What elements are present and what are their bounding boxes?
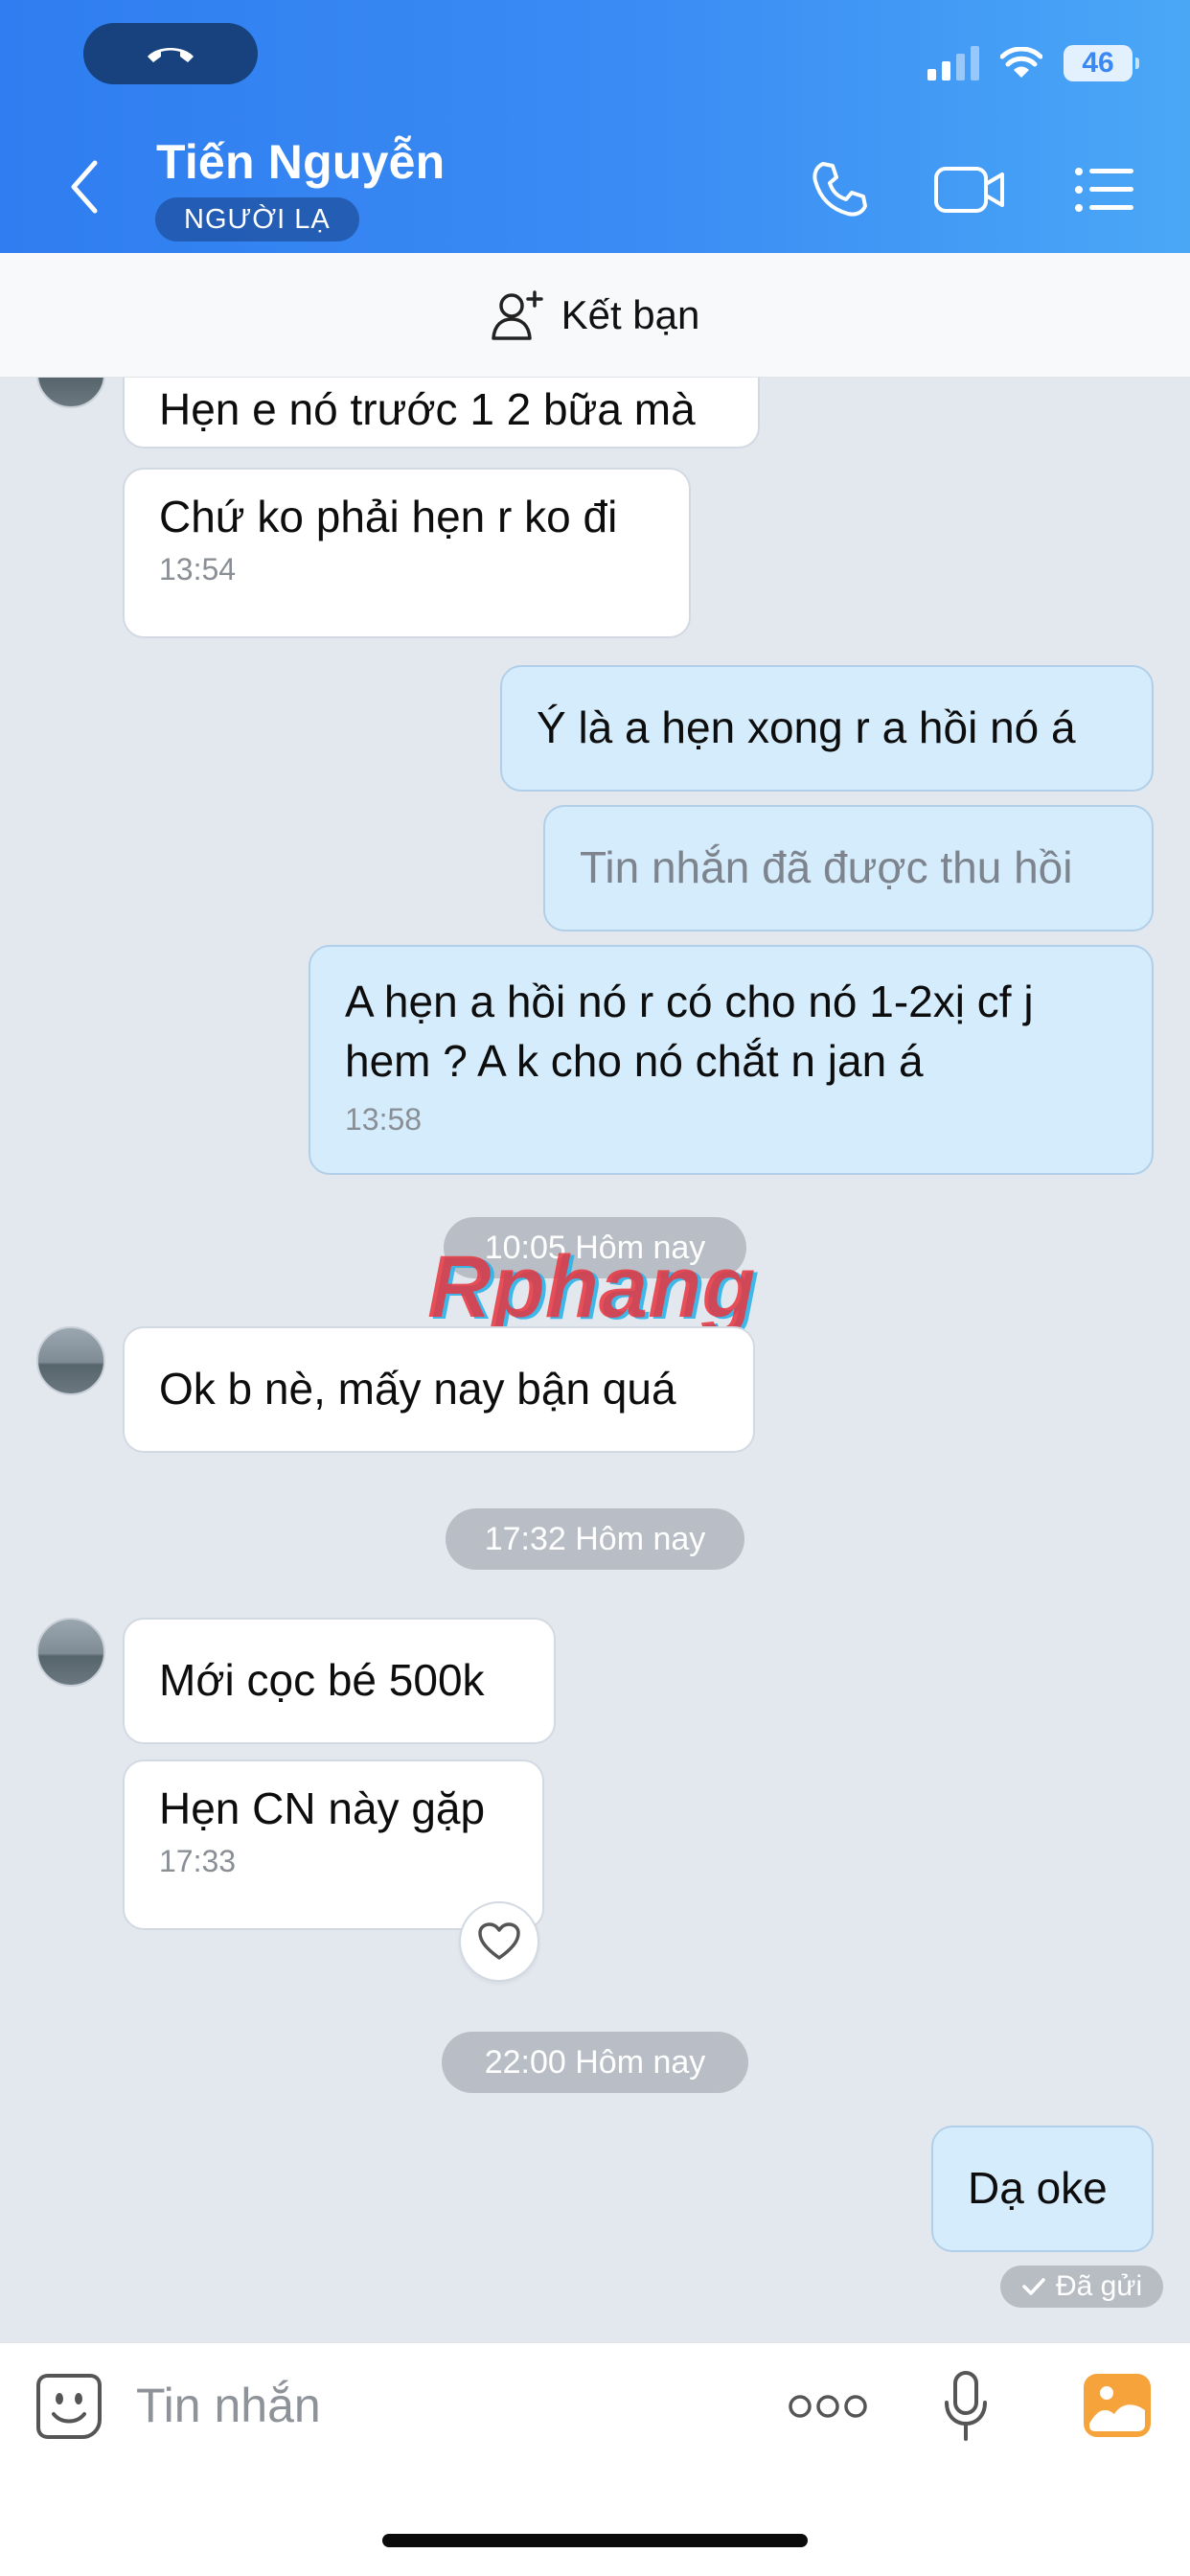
message-input[interactable]: Tin nhắn [136,2378,321,2433]
message-text: Ok b nè, mấy nay bận quá [159,1364,676,1414]
sent-status-badge: Đã gửi [1000,2266,1164,2308]
home-indicator [382,2534,808,2547]
message-text: Ý là a hẹn xong r a hồi nó á [537,702,1076,752]
phone-icon [812,162,867,217]
message-text: Mới cọc bé 500k [159,1655,485,1705]
message-text: Hẹn e nó trước 1 2 bữa mà [159,384,696,434]
watermark-text: Rphang [427,1240,755,1336]
check-icon [1022,2278,1045,2295]
menu-button[interactable] [1071,153,1138,226]
status-indicators: 46 [927,40,1139,86]
chat-header: 46 Tiến Nguyễn NGƯỜI LẠ [0,0,1190,253]
heart-icon [478,1922,520,1960]
message-list[interactable]: Hẹn e nó trước 1 2 bữa mà Chứ ko phải hẹ… [0,378,1190,2342]
avatar[interactable] [36,1326,105,1395]
contact-name[interactable]: Tiến Nguyễn [156,134,445,190]
more-button[interactable] [788,2387,868,2426]
recalled-message-text: Tin nhắn đã được thu hồi [580,842,1073,892]
message-bubble-outgoing[interactable]: A hẹn a hồi nó r có cho nó 1-2xị cf j he… [309,945,1154,1175]
battery-indicator: 46 [1064,45,1139,81]
wifi-icon [1000,47,1042,78]
active-call-pill[interactable] [83,23,258,84]
message-text: Dạ oke [968,2163,1108,2213]
message-bubble-incoming[interactable]: Hẹn e nó trước 1 2 bữa mà [123,378,760,448]
microphone-icon [945,2371,987,2441]
time-separator: 17:32 Hôm nay [446,1508,744,1570]
sent-status-text: Đã gửi [1056,2270,1143,2302]
video-call-button[interactable] [931,153,1008,226]
chat-screen: 46 Tiến Nguyễn NGƯỜI LẠ Kết bạn Hẹn e nó… [0,0,1190,2576]
phone-end-icon [148,48,194,62]
back-button[interactable] [56,153,113,220]
react-button[interactable] [459,1901,539,1982]
message-time: 13:54 [159,552,237,586]
list-menu-icon [1075,168,1133,212]
message-bubble-incoming[interactable]: Chứ ko phải hẹn r ko đi 13:54 [123,468,691,638]
message-text-line: hem ? A k cho nó chắt n jan á [345,1036,924,1086]
add-friend-label: Kết bạn [561,291,700,337]
more-dots-icon [789,2395,867,2418]
stranger-badge: NGƯỜI LẠ [155,197,359,242]
add-user-icon [491,289,543,340]
cell-signal-icon [927,46,979,80]
gallery-button[interactable] [1081,2370,1154,2441]
voice-button[interactable] [939,2368,993,2445]
sticker-face-icon [36,2374,102,2439]
avatar[interactable] [36,1618,105,1687]
avatar[interactable] [36,378,105,408]
message-bubble-outgoing[interactable]: Ý là a hẹn xong r a hồi nó á [500,665,1154,792]
call-button[interactable] [803,153,876,226]
message-time: 17:33 [159,1844,237,1878]
recalled-message-bubble[interactable]: Tin nhắn đã được thu hồi [543,805,1154,932]
video-camera-icon [934,167,1004,213]
gallery-icon [1084,2374,1151,2437]
sticker-button[interactable] [33,2370,105,2443]
message-bubble-incoming[interactable]: Ok b nè, mấy nay bận quá [123,1326,755,1453]
message-bubble-incoming[interactable]: Mới cọc bé 500k [123,1618,556,1744]
message-text: Hẹn CN này gặp [159,1783,486,1833]
message-time: 13:58 [345,1102,423,1137]
message-text: Chứ ko phải hẹn r ko đi [159,492,618,541]
chevron-left-icon [71,160,98,214]
message-bubble-outgoing[interactable]: Dạ oke [931,2126,1154,2252]
add-friend-bar[interactable]: Kết bạn [0,253,1190,378]
time-separator: 22:00 Hôm nay [442,2032,748,2093]
message-text-line: A hẹn a hồi nó r có cho nó 1-2xị cf j [345,977,1034,1026]
